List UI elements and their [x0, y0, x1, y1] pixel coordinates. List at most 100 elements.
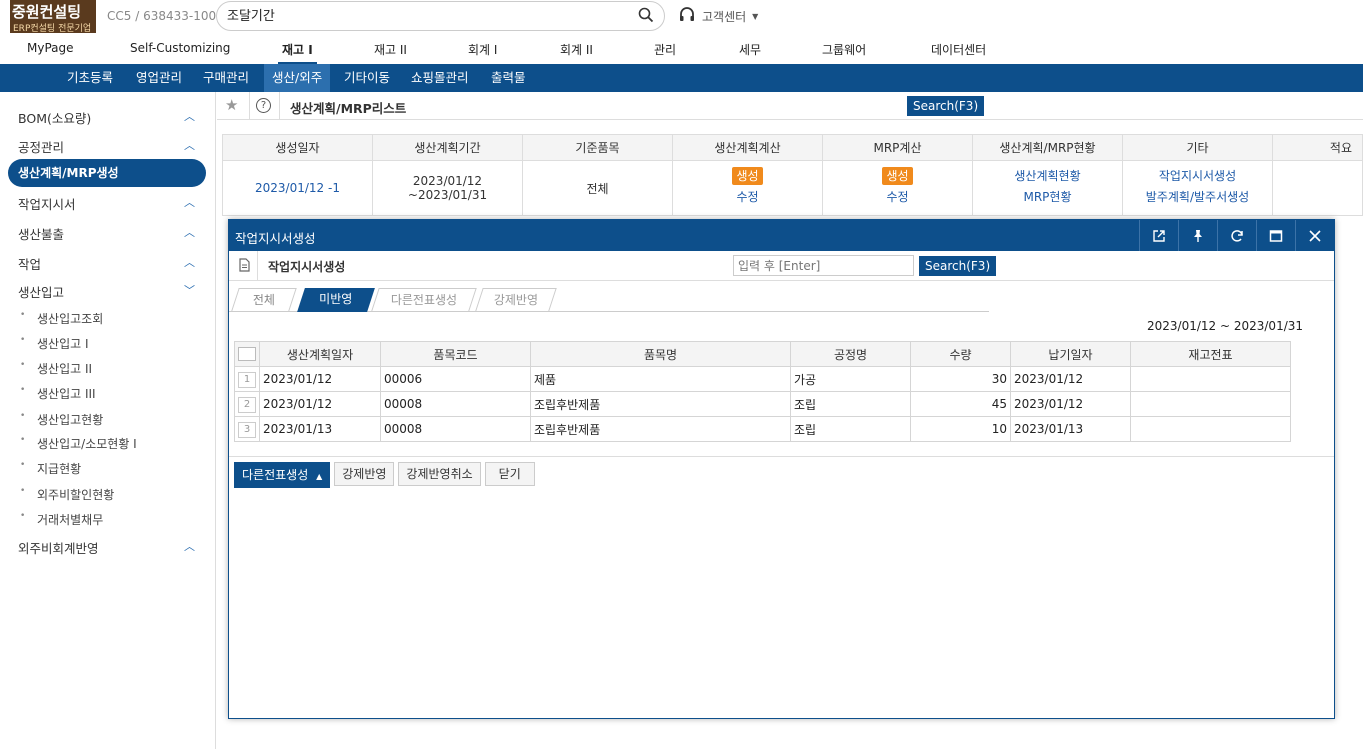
date-link[interactable]: 2023/01/12 -1	[255, 181, 340, 195]
force-apply-cancel-button[interactable]: 강제반영취소	[398, 462, 481, 486]
row-number[interactable]: 2	[238, 396, 256, 413]
nav-production[interactable]: 생산/외주	[264, 64, 331, 92]
sidebar-sub-label: 생산입고현황	[37, 413, 104, 427]
close-button[interactable]: 닫기	[484, 462, 535, 486]
divider	[257, 251, 258, 281]
tab-all[interactable]: 전체	[231, 288, 297, 311]
order-plan-link[interactable]: 발주계획/발주서생성	[1146, 190, 1249, 204]
chevron-up-icon[interactable]: ︿	[184, 137, 195, 153]
help-icon[interactable]: ?	[256, 98, 271, 113]
sidebar-sub-label: 생산입고 III	[37, 387, 96, 401]
search-button[interactable]: Search(F3)	[907, 96, 985, 116]
page-title: 생산계획/MRP리스트	[290, 101, 407, 116]
row-number[interactable]: 1	[238, 371, 256, 388]
chevron-up-icon[interactable]: ︿	[184, 108, 195, 124]
table-row[interactable]: 2 2023/01/12 00008 조립후반제품 조립 45 2023/01/…	[234, 391, 1291, 417]
sidebar-sub-item[interactable]: 생산입고조회	[20, 310, 104, 327]
global-search[interactable]	[216, 1, 665, 31]
sidebar-mrp-active[interactable]: 생산계획/MRP생성	[8, 159, 206, 187]
top-menu-stock-1[interactable]: 재고 I	[278, 41, 317, 64]
sidebar-sub-item[interactable]: 거래처별채무	[20, 511, 103, 528]
chevron-up-icon[interactable]: ︿	[184, 538, 195, 554]
close-icon[interactable]	[1295, 220, 1334, 251]
sidebar-sub-item[interactable]: 생산입고 I	[20, 335, 89, 352]
tab-other-slip-label: 다른전표생성	[390, 293, 457, 307]
sidebar-sub-item[interactable]: 생산입고현황	[20, 411, 104, 428]
nav-misc[interactable]: 기타이동	[338, 64, 396, 92]
col-header: 기타	[1122, 134, 1273, 161]
row-number[interactable]: 3	[238, 421, 256, 438]
sidebar-sub-item[interactable]: 생산입고/소모현황 I	[20, 435, 137, 452]
divider	[229, 456, 1334, 457]
top-menu-accounting-2[interactable]: 회계 II	[560, 41, 593, 58]
popup-titlebar: 작업지시서생성	[229, 220, 1334, 251]
chevron-up-icon[interactable]: ︿	[184, 194, 195, 210]
top-menu-tax[interactable]: 세무	[739, 41, 761, 58]
tab-other-slip[interactable]: 다른전표생성	[371, 288, 477, 311]
maximize-icon[interactable]	[1256, 220, 1295, 251]
sidebar-work-order[interactable]: 작업지시서	[18, 194, 76, 213]
popup-search-button[interactable]: Search(F3)	[919, 256, 997, 276]
pin-icon[interactable]	[1178, 220, 1217, 251]
customer-center[interactable]: 고객센터 ▼	[678, 6, 758, 27]
cell-qty: 30	[910, 366, 1011, 392]
refresh-icon[interactable]	[1217, 220, 1256, 251]
col-header: 재고전표	[1130, 341, 1291, 367]
other-slip-button[interactable]: 다른전표생성 ▲	[234, 462, 331, 488]
table-row[interactable]: 3 2023/01/13 00008 조립후반제품 조립 10 2023/01/…	[234, 416, 1291, 442]
top-menu-accounting-1[interactable]: 회계 I	[468, 41, 497, 58]
search-icon[interactable]	[638, 7, 654, 26]
external-link-icon[interactable]	[1139, 220, 1178, 251]
sidebar-sub-item[interactable]: 외주비할인현황	[20, 486, 114, 503]
mrp-create-badge[interactable]: 생성	[882, 167, 913, 185]
chevron-up-icon[interactable]: ︿	[184, 224, 195, 240]
search-input[interactable]	[227, 7, 627, 22]
nav-shop[interactable]: 쇼핑몰관리	[405, 64, 475, 92]
mrp-list-table: 생성일자 생산계획기간 기준품목 생산계획계산 MRP계산 생산계획/MRP현황…	[222, 134, 1363, 216]
star-icon[interactable]: ★	[225, 96, 238, 114]
logo-subtitle: ERP컨설팅 전문기업	[13, 24, 92, 34]
select-all-checkbox[interactable]	[238, 347, 256, 362]
top-menu-groupware[interactable]: 그룹웨어	[822, 41, 866, 58]
nav-sales[interactable]: 영업관리	[130, 64, 188, 92]
divider	[249, 92, 250, 120]
col-header: 수량	[910, 341, 1011, 367]
plan-status-link[interactable]: 생산계획현황	[1014, 169, 1080, 183]
table-row: 2023/01/12 -1 2023/01/12 ~2023/01/31 전체 …	[222, 160, 1363, 216]
sidebar-bom[interactable]: BOM(소요량)	[18, 108, 91, 127]
sidebar-receipt[interactable]: 생산입고	[18, 282, 64, 301]
nav-basic[interactable]: 기초등록	[61, 64, 119, 92]
top-menu-self-customizing[interactable]: Self-Customizing	[130, 41, 230, 55]
force-apply-button[interactable]: 강제반영	[334, 462, 395, 486]
chevron-down-icon[interactable]: ﹀	[184, 282, 195, 298]
other-slip-label: 다른전표생성	[242, 468, 309, 482]
calc-edit-link[interactable]: 수정	[736, 190, 758, 204]
sidebar-issue[interactable]: 생산불출	[18, 224, 64, 243]
top-menu-admin[interactable]: 관리	[654, 41, 676, 58]
sidebar-sub-item[interactable]: 생산입고 II	[20, 360, 92, 377]
cell-slip	[1130, 391, 1291, 417]
date-range: 2023/01/12 ~ 2023/01/31	[1147, 319, 1304, 333]
top-menu-stock-2[interactable]: 재고 II	[374, 41, 407, 58]
sidebar-outsourcing[interactable]: 외주비회계반영	[18, 538, 99, 557]
tab-unapplied[interactable]: 미반영	[297, 288, 375, 312]
company-logo[interactable]: 중원컨설팅 ERP컨설팅 전문기업	[10, 0, 96, 34]
sidebar-process[interactable]: 공정관리	[18, 137, 64, 156]
sidebar-sub-item[interactable]: 지급현황	[20, 460, 81, 477]
top-menu-datacenter[interactable]: 데이터센터	[931, 41, 986, 58]
popup-search-input[interactable]	[733, 255, 914, 276]
sidebar-sub-label: 생산입고조회	[37, 312, 104, 326]
table-row[interactable]: 1 2023/01/12 00006 제품 가공 30 2023/01/12	[234, 366, 1291, 392]
sidebar-sub-item[interactable]: 생산입고 III	[20, 385, 96, 402]
chevron-up-icon[interactable]: ︿	[184, 254, 195, 270]
sidebar-work[interactable]: 작업	[18, 254, 41, 273]
nav-purchase[interactable]: 구매관리	[197, 64, 255, 92]
work-order-link[interactable]: 작업지시서생성	[1159, 169, 1236, 183]
nav-print[interactable]: 출력물	[485, 64, 532, 92]
page-header: ★ ? 생산계획/MRP리스트 Search(F3)	[217, 92, 1363, 120]
tab-forced[interactable]: 강제반영	[475, 288, 557, 311]
calc-create-badge[interactable]: 생성	[732, 167, 763, 185]
top-menu-mypage[interactable]: MyPage	[27, 41, 74, 55]
mrp-status-link[interactable]: MRP현황	[1023, 190, 1071, 204]
mrp-edit-link[interactable]: 수정	[886, 190, 908, 204]
